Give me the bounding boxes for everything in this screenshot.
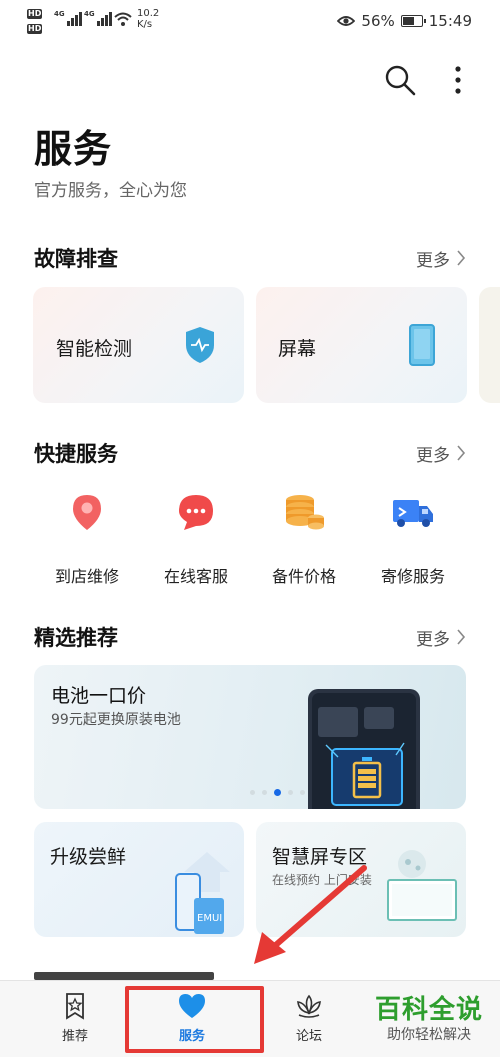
star-bookmark-icon (66, 993, 84, 1020)
store-repair-item[interactable]: 到店维修 (37, 492, 137, 587)
chat-bubble-icon (179, 495, 213, 530)
card-title: 升级尝鲜 (50, 846, 127, 868)
carousel-dot (300, 790, 305, 795)
section-title: 故障排查 (34, 247, 118, 271)
location-pin-icon (73, 495, 101, 530)
battery-icon (400, 15, 426, 27)
more-options-icon[interactable] (440, 62, 476, 98)
watermark-subtitle: 助你轻松解决 (387, 1027, 471, 1043)
status-bar: HD HD 4G 4G 10.2 K/s 56% 15:49 (0, 0, 500, 40)
clock: 15:49 (428, 12, 472, 30)
annotation-arrow-icon (254, 865, 367, 964)
next-card-peek[interactable] (479, 287, 500, 403)
lotus-icon (297, 994, 321, 1018)
highlight-box (125, 986, 264, 1053)
tab-forum[interactable]: 论坛 (259, 981, 359, 1057)
quick-services-header: 快捷服务 更多 (34, 438, 466, 468)
mail-in-repair-item[interactable]: 寄修服务 (363, 492, 463, 587)
battery-promo-banner[interactable]: 电池一口价 99元起更换原装电池 (34, 665, 466, 809)
screen-card[interactable]: 屏幕 (256, 287, 467, 403)
section-title: 精选推荐 (34, 626, 118, 650)
watermark-title: 百科全说 (374, 995, 483, 1025)
hd-badge-1: HD (27, 9, 43, 19)
phone-battery-illustration (308, 689, 420, 809)
shield-icon (186, 327, 214, 363)
online-support-item[interactable]: 在线客服 (146, 492, 246, 587)
card-label: 屏幕 (278, 338, 317, 360)
tab-recommend[interactable]: 推荐 (25, 981, 125, 1057)
chevron-right-icon (457, 250, 466, 266)
parts-price-item[interactable]: 备件价格 (254, 492, 354, 587)
carousel-dots (250, 789, 305, 796)
upgrade-preview-card[interactable]: 升级尝鲜 EMUI (34, 822, 244, 937)
net-speed: 10.2 K/s (137, 8, 160, 30)
carousel-dot (250, 790, 255, 795)
smart-detect-card[interactable]: 智能检测 (33, 287, 244, 403)
featured-more-link[interactable]: 更多 (416, 625, 466, 650)
eye-comfort-icon (337, 16, 356, 26)
emui-badge: EMUI (197, 913, 223, 924)
wifi-icon (114, 12, 132, 26)
chevron-right-icon (457, 445, 466, 461)
banner-subtitle: 99元起更换原装电池 (51, 712, 181, 728)
smart-screen-tv-icon (387, 850, 457, 921)
search-icon[interactable] (382, 62, 418, 98)
battery-percent: 56% (361, 12, 395, 30)
section-title: 快捷服务 (34, 442, 118, 466)
emui-phone-icon (175, 852, 230, 934)
featured-header: 精选推荐 更多 (34, 622, 466, 652)
troubleshoot-more-link[interactable]: 更多 (416, 246, 466, 271)
carousel-dot-active (274, 789, 281, 796)
banner-title: 电池一口价 (51, 685, 147, 707)
signal-1-icon: 4G (54, 10, 82, 26)
page-subtitle: 官方服务，全心为您 (34, 181, 187, 201)
quick-services-more-link[interactable]: 更多 (416, 441, 466, 466)
chevron-right-icon (457, 629, 466, 645)
carousel-dot (262, 790, 267, 795)
hd-badge-2: HD (27, 24, 43, 34)
troubleshoot-header: 故障排查 更多 (34, 243, 466, 273)
signal-2-icon: 4G (84, 10, 112, 26)
coins-icon (286, 495, 324, 530)
phone-screen-icon (409, 324, 435, 366)
carousel-dot (288, 790, 293, 795)
next-section-title-peek (34, 972, 214, 980)
truck-icon (393, 500, 433, 527)
watermark: 百科全说 助你轻松解决 (370, 995, 488, 1045)
page-title: 服务 (34, 127, 113, 171)
card-label: 智能检测 (56, 338, 133, 360)
